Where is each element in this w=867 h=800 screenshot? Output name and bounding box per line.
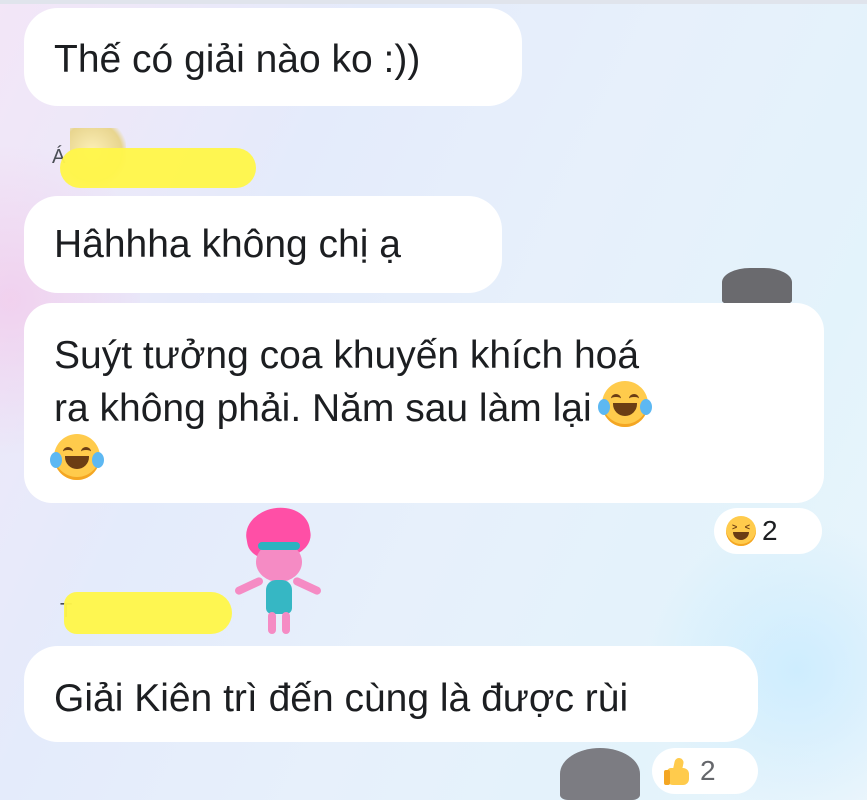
message-bubble[interactable]: Giải Kiên trì đến cùng là được rùi <box>24 646 758 742</box>
top-divider <box>0 0 867 4</box>
message-text: Giải Kiên trì đến cùng là được rùi <box>54 677 629 720</box>
reaction-badge[interactable]: 2 <box>652 748 758 794</box>
thumbs-up-icon <box>664 756 694 786</box>
redaction-mark <box>64 592 232 634</box>
reaction-count: 2 <box>700 755 716 786</box>
message-text: Suýt tưởng coa khuyến khích hoá <box>54 334 640 377</box>
message-text: Thế có giải nào ko :)) <box>54 38 421 81</box>
sticker-fragment <box>722 268 792 304</box>
laughing-emoji-icon: > < <box>726 516 756 546</box>
laughing-crying-emoji-icon <box>598 381 653 427</box>
reaction-badge[interactable]: > < 2 <box>714 508 822 554</box>
message-text: Hâhhha không chị ạ <box>54 223 401 266</box>
laughing-crying-emoji-icon <box>50 434 104 480</box>
sticker-fragment <box>560 748 640 800</box>
redaction-mark <box>60 148 256 188</box>
message-bubble[interactable]: Hâhhha không chị ạ <box>24 196 502 293</box>
message-bubble[interactable]: Thế có giải nào ko :)) <box>24 8 522 106</box>
message-text: ra không phải. Năm sau làm lại <box>54 387 592 430</box>
chat-background: Thế có giải nào ko :)) Á Hâhhha không ch… <box>0 0 867 800</box>
troll-sticker <box>228 502 328 638</box>
reaction-count: 2 <box>762 515 778 546</box>
message-bubble[interactable]: Suýt tưởng coa khuyến khích hoá ra không… <box>24 303 824 503</box>
